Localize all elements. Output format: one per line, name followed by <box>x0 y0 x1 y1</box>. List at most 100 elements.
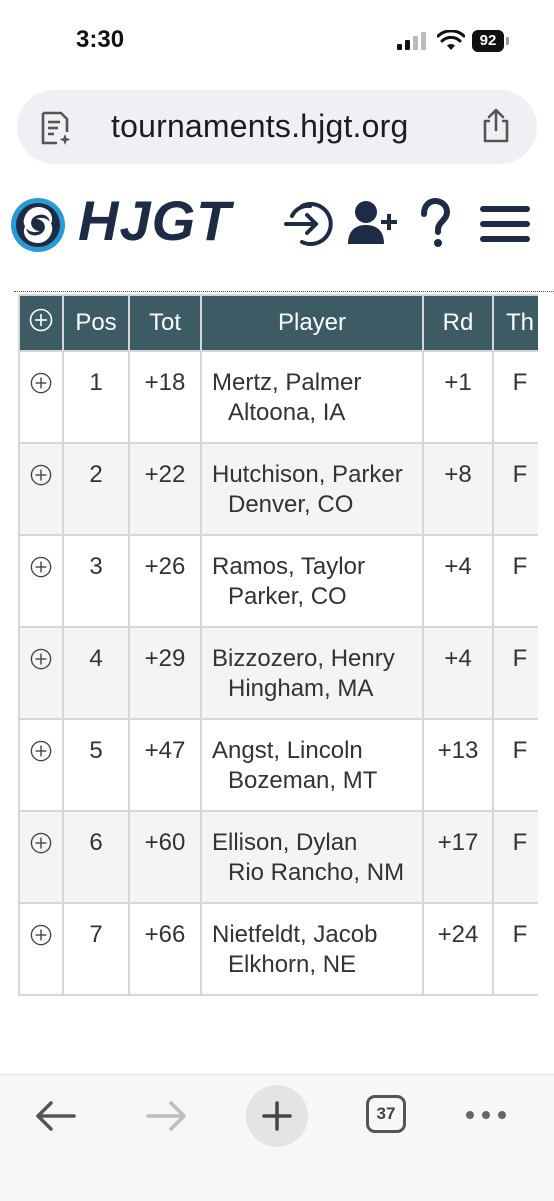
header-th[interactable]: Th <box>492 294 538 352</box>
add-user-icon[interactable] <box>346 198 400 250</box>
expand-icon[interactable] <box>30 648 52 670</box>
expand-all-header[interactable] <box>18 294 64 352</box>
player-name[interactable]: Ramos, Taylor <box>202 552 422 582</box>
tot-cell: +60 <box>128 810 202 904</box>
back-icon[interactable] <box>34 1099 78 1133</box>
player-cell[interactable]: Ramos, Taylor Parker, CO <box>200 534 424 628</box>
th-cell: F <box>492 626 538 720</box>
pos-cell: 6 <box>62 810 130 904</box>
position: 3 <box>89 553 103 580</box>
player-name[interactable]: Nietfeldt, Jacob <box>202 920 422 950</box>
share-icon[interactable] <box>479 108 513 144</box>
th-cell: F <box>492 810 538 904</box>
rd-cell: +13 <box>422 718 494 812</box>
row-expand-cell[interactable] <box>18 902 64 996</box>
position: 6 <box>89 829 103 856</box>
expand-all-icon[interactable] <box>29 308 53 332</box>
tot-cell: +47 <box>128 718 202 812</box>
table-row[interactable]: 6 +60 Ellison, Dylan Rio Rancho, NM +17 F <box>18 810 538 904</box>
battery-level: 92 <box>472 30 504 52</box>
pos-cell: 7 <box>62 902 130 996</box>
table-row[interactable]: 2 +22 Hutchison, Parker Denver, CO +8 F <box>18 442 538 536</box>
header-player[interactable]: Player <box>200 294 424 352</box>
player-name[interactable]: Ellison, Dylan <box>202 828 422 858</box>
position: 7 <box>89 921 103 948</box>
player-location: Rio Rancho, NM <box>228 859 405 886</box>
player-name[interactable]: Angst, Lincoln <box>202 736 422 766</box>
page-info-icon[interactable] <box>39 110 73 146</box>
pos-cell: 3 <box>62 534 130 628</box>
player-cell[interactable]: Nietfeldt, Jacob Elkhorn, NE <box>200 902 424 996</box>
expand-icon[interactable] <box>30 372 52 394</box>
player-cell[interactable]: Mertz, Palmer Altoona, IA <box>200 350 424 444</box>
player-name[interactable]: Bizzozero, Henry <box>202 644 422 674</box>
round-score: +17 <box>437 829 479 856</box>
expand-icon[interactable] <box>30 464 52 486</box>
tot-cell: +26 <box>128 534 202 628</box>
expand-icon[interactable] <box>30 740 52 762</box>
status-bar: 3:30 92 <box>0 0 554 80</box>
site-logo-text[interactable]: HJGT <box>78 188 231 253</box>
table-row[interactable]: 7 +66 Nietfeldt, Jacob Elkhorn, NE +24 F <box>18 902 538 996</box>
player-name[interactable]: Mertz, Palmer <box>202 368 422 398</box>
row-expand-cell[interactable] <box>18 442 64 536</box>
expand-icon[interactable] <box>30 556 52 578</box>
thru: F <box>512 553 528 580</box>
header-rd[interactable]: Rd <box>422 294 494 352</box>
player-cell[interactable]: Angst, Lincoln Bozeman, MT <box>200 718 424 812</box>
round-score: +13 <box>437 737 479 764</box>
round-score: +1 <box>444 369 472 396</box>
header-pos[interactable]: Pos <box>62 294 130 352</box>
tabs-count-button[interactable]: 37 <box>366 1095 406 1133</box>
player-location: Hingham, MA <box>228 675 374 702</box>
address-bar[interactable]: tournaments.hjgt.org <box>17 90 537 164</box>
table-row[interactable]: 1 +18 Mertz, Palmer Altoona, IA +1 F <box>18 350 538 444</box>
round-score: +4 <box>444 553 472 580</box>
total-score: +22 <box>144 461 186 488</box>
table-row[interactable]: 4 +29 Bizzozero, Henry Hingham, MA +4 F <box>18 626 538 720</box>
table-row[interactable]: 5 +47 Angst, Lincoln Bozeman, MT +13 F <box>18 718 538 812</box>
browser-toolbar: 37 <box>0 1074 554 1201</box>
expand-icon[interactable] <box>30 924 52 946</box>
row-expand-cell[interactable] <box>18 718 64 812</box>
th-cell: F <box>492 350 538 444</box>
header-tot[interactable]: Tot <box>128 294 202 352</box>
hjgt-logo-icon[interactable] <box>8 195 72 255</box>
pos-cell: 4 <box>62 626 130 720</box>
url-text[interactable]: tournaments.hjgt.org <box>111 108 409 145</box>
round-score: +24 <box>437 921 479 948</box>
wifi-icon <box>437 30 465 50</box>
position: 1 <box>89 369 103 396</box>
player-name[interactable]: Hutchison, Parker <box>202 460 422 490</box>
row-expand-cell[interactable] <box>18 810 64 904</box>
row-expand-cell[interactable] <box>18 534 64 628</box>
player-cell[interactable]: Bizzozero, Henry Hingham, MA <box>200 626 424 720</box>
menu-icon[interactable] <box>480 198 532 250</box>
new-tab-icon[interactable] <box>246 1085 308 1147</box>
login-icon[interactable] <box>282 198 334 250</box>
thru: F <box>512 921 528 948</box>
rd-cell: +24 <box>422 902 494 996</box>
player-cell[interactable]: Ellison, Dylan Rio Rancho, NM <box>200 810 424 904</box>
forward-icon[interactable] <box>144 1099 188 1133</box>
pos-cell: 2 <box>62 442 130 536</box>
rd-cell: +4 <box>422 534 494 628</box>
position: 4 <box>89 645 103 672</box>
thru: F <box>512 461 528 488</box>
status-time: 3:30 <box>76 26 125 53</box>
tot-cell: +29 <box>128 626 202 720</box>
help-icon[interactable] <box>418 198 452 250</box>
pos-cell: 5 <box>62 718 130 812</box>
row-expand-cell[interactable] <box>18 350 64 444</box>
player-location: Denver, CO <box>228 491 354 518</box>
total-score: +66 <box>144 921 186 948</box>
expand-icon[interactable] <box>30 832 52 854</box>
more-icon[interactable] <box>464 1109 508 1121</box>
row-expand-cell[interactable] <box>18 626 64 720</box>
player-cell[interactable]: Hutchison, Parker Denver, CO <box>200 442 424 536</box>
table-row[interactable]: 3 +26 Ramos, Taylor Parker, CO +4 F <box>18 534 538 628</box>
player-location: Altoona, IA <box>228 399 346 426</box>
header-divider <box>14 291 554 292</box>
tot-cell: +18 <box>128 350 202 444</box>
thru: F <box>512 645 528 672</box>
